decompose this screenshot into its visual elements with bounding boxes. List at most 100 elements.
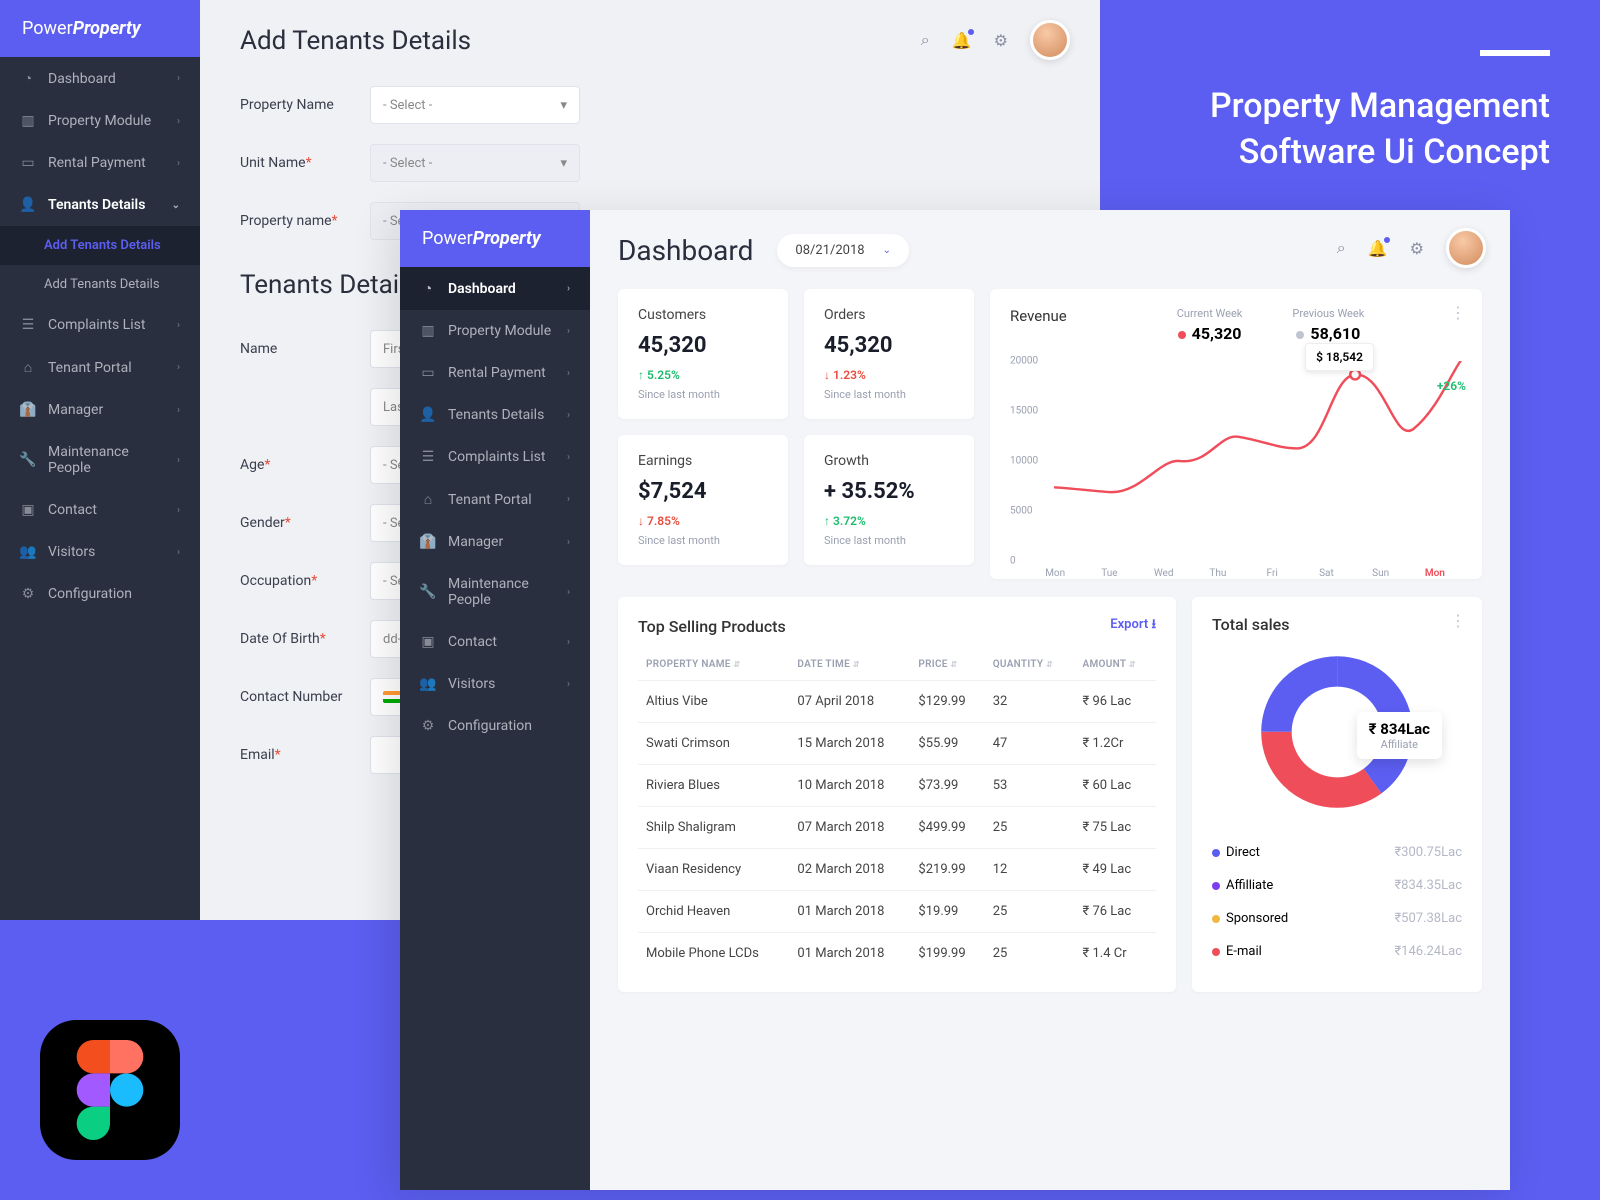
user-icon: 👤 (20, 197, 36, 213)
bell-icon[interactable]: 🔔 (952, 31, 972, 50)
table-row[interactable]: Altius Vibe07 April 2018$129.9932₹ 96 La… (638, 681, 1156, 723)
nav-visitors[interactable]: 👥Visitors› (0, 531, 200, 573)
dashboard-panel: PowerProperty ◔Dashboard› ▥Property Modu… (400, 210, 1510, 1190)
nav-property[interactable]: ▥Property Module› (0, 100, 200, 142)
list-icon: ☰ (20, 317, 36, 333)
nav-dashboard[interactable]: ◔Dashboard› (400, 267, 590, 310)
bell-icon[interactable]: 🔔 (1368, 239, 1388, 258)
nav-complaints[interactable]: ☰Complaints List› (400, 436, 590, 478)
label-unit-name: Unit Name* (240, 155, 370, 171)
building-icon: ▥ (20, 113, 36, 129)
nav-portal[interactable]: ⌂Tenant Portal› (0, 346, 200, 389)
table-row[interactable]: Shilp Shaligram07 March 2018$499.9925₹ 7… (638, 807, 1156, 849)
export-button[interactable]: Export ⭳ (1110, 615, 1156, 637)
subnav-add-tenants-1[interactable]: Add Tenants Details (0, 226, 200, 265)
chevron-down-icon: ▾ (560, 98, 567, 113)
globe-icon: ⚙ (20, 586, 36, 602)
sales-row: Sponsored₹507.38Lac (1212, 902, 1462, 935)
manager-icon: 👔 (20, 402, 36, 418)
nav-dashboard[interactable]: ◔Dashboard› (0, 57, 200, 100)
gear-icon[interactable]: ⚙ (1410, 239, 1424, 258)
label-email: Email* (240, 747, 370, 763)
search-icon[interactable]: ⌕ (921, 30, 930, 50)
nav-rental[interactable]: ▭Rental Payment› (0, 142, 200, 184)
wrench-icon: 🔧 (20, 452, 36, 468)
more-icon[interactable]: ⋮ (1450, 611, 1466, 630)
table-header[interactable]: AMOUNT ⇵ (1075, 649, 1156, 681)
nav-config[interactable]: ⚙Configuration (400, 705, 590, 747)
sidebar: PowerProperty ◔Dashboard› ▥Property Modu… (0, 0, 200, 920)
stat-growth: Growth + 35.52% ↑ 3.72% Since last month (804, 435, 974, 565)
date-picker[interactable]: 08/21/2018⌄ (777, 234, 909, 267)
nav-complaints[interactable]: ☰Complaints List› (0, 304, 200, 346)
chevron-down-icon: ⌄ (883, 245, 891, 256)
nav-config[interactable]: ⚙Configuration (0, 573, 200, 615)
nav-maintenance[interactable]: 🔧Maintenance People› (400, 563, 590, 621)
table-row[interactable]: Orchid Heaven01 March 2018$19.9925₹ 76 L… (638, 891, 1156, 933)
gauge-icon: ◔ (20, 70, 36, 87)
table-header[interactable]: DATE TIME ⇵ (789, 649, 910, 681)
revenue-card: ⋮ Revenue Current Week45,320 Previous We… (990, 289, 1482, 579)
india-flag-icon (383, 691, 401, 703)
table-row[interactable]: Mobile Phone LCDs01 March 2018$199.9925₹… (638, 933, 1156, 975)
select-property-name[interactable]: - Select -▾ (370, 86, 580, 124)
topbar: ⌕ 🔔 ⚙ (1337, 228, 1486, 268)
nav-property[interactable]: ▥Property Module› (400, 310, 590, 352)
nav-rental[interactable]: ▭Rental Payment› (400, 352, 590, 394)
nav-manager[interactable]: 👔Manager› (0, 389, 200, 431)
sidebar: PowerProperty ◔Dashboard› ▥Property Modu… (400, 210, 590, 1190)
products-table: PROPERTY NAME ⇵DATE TIME ⇵PRICE ⇵QUANTIT… (638, 649, 1156, 974)
gear-icon[interactable]: ⚙ (994, 31, 1008, 50)
nav-maintenance[interactable]: 🔧Maintenance People› (0, 431, 200, 489)
table-header[interactable]: PROPERTY NAME ⇵ (638, 649, 789, 681)
label-gender: Gender* (240, 515, 370, 531)
table-row[interactable]: Riviera Blues10 March 2018$73.9953₹ 60 L… (638, 765, 1156, 807)
gauge-icon: ◔ (420, 280, 436, 297)
search-icon[interactable]: ⌕ (1337, 238, 1346, 258)
label-occupation: Occupation* (240, 573, 370, 589)
home-icon: ⌂ (20, 359, 36, 376)
topbar: ⌕ 🔔 ⚙ (921, 20, 1070, 60)
table-row[interactable]: Swati Crimson15 March 2018$55.9947₹ 1.2C… (638, 723, 1156, 765)
table-row[interactable]: Viaan Residency02 March 2018$219.9912₹ 4… (638, 849, 1156, 891)
chart-pct-label: +26% (1437, 379, 1466, 393)
chart-tooltip: $ 18,542 (1305, 343, 1374, 371)
donut-label: ₹ 834LacAffiliate (1357, 712, 1442, 759)
chevron-down-icon: ⌄ (172, 200, 180, 211)
page-title: Dashboard (618, 234, 753, 267)
more-icon[interactable]: ⋮ (1450, 303, 1466, 322)
sales-card: ⋮ Total sales ₹ 834LacAffiliate Direct₹3… (1192, 597, 1482, 992)
people-icon: 👥 (20, 544, 36, 560)
subnav-add-tenants-2[interactable]: Add Tenants Details (0, 265, 200, 304)
stat-earnings: Earnings $7,524 ↓ 7.85% Since last month (618, 435, 788, 565)
nav-tenants[interactable]: 👤Tenants Details› (400, 394, 590, 436)
table-header[interactable]: PRICE ⇵ (910, 649, 984, 681)
sales-row: Direct₹300.75Lac (1212, 836, 1462, 869)
label-property-name2: Property name* (240, 213, 370, 229)
brand-logo[interactable]: PowerProperty (400, 210, 590, 267)
sales-title: Total sales (1212, 615, 1462, 634)
stat-customers: Customers 45,320 ↑ 5.25% Since last mont… (618, 289, 788, 419)
card-icon: ▭ (20, 155, 36, 171)
table-header[interactable]: QUANTITY ⇵ (985, 649, 1075, 681)
figma-logo (40, 1020, 180, 1160)
nav-visitors[interactable]: 👥Visitors› (400, 663, 590, 705)
label-property-name: Property Name (240, 97, 370, 113)
nav-manager[interactable]: 👔Manager› (400, 521, 590, 563)
label-name: Name (240, 341, 370, 357)
nav-contact[interactable]: ▣Contact› (0, 489, 200, 531)
select-unit-name[interactable]: - Select -▾ (370, 144, 580, 182)
sales-row: Affilliate₹834.35Lac (1212, 869, 1462, 902)
label-dob: Date Of Birth* (240, 631, 370, 647)
brand-logo[interactable]: PowerProperty (0, 0, 200, 57)
avatar[interactable] (1030, 20, 1070, 60)
products-title: Top Selling Products (638, 617, 786, 636)
nav-contact[interactable]: ▣Contact› (400, 621, 590, 663)
sales-row: E-mail₹146.24Lac (1212, 935, 1462, 968)
nav-tenants[interactable]: 👤Tenants Details⌄ (0, 184, 200, 226)
chevron-right-icon: › (177, 73, 180, 84)
avatar[interactable] (1446, 228, 1486, 268)
products-card: Top Selling Products Export ⭳ PROPERTY N… (618, 597, 1176, 992)
nav-portal[interactable]: ⌂Tenant Portal› (400, 478, 590, 521)
contact-icon: ▣ (20, 502, 36, 518)
